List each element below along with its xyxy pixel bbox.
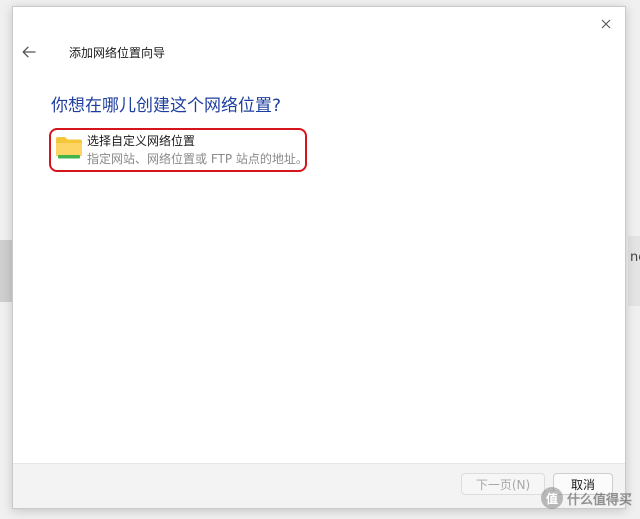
folder-icon	[56, 137, 82, 159]
option-title: 选择自定义网络位置	[87, 134, 196, 148]
back-button[interactable]	[19, 42, 39, 62]
close-icon	[601, 19, 611, 29]
option-description: 指定网站、网络位置或 FTP 站点的地址。	[87, 152, 308, 166]
background-partial-text: ne	[630, 250, 640, 265]
next-button[interactable]: 下一页(N)	[461, 473, 545, 495]
cancel-button[interactable]: 取消	[553, 473, 613, 495]
background-scrollbar	[0, 240, 12, 302]
page-question: 你想在哪儿创建这个网络位置?	[51, 96, 282, 116]
custom-network-location-option[interactable]: 选择自定义网络位置 指定网站、网络位置或 FTP 站点的地址。	[49, 127, 308, 171]
close-button[interactable]	[597, 15, 615, 33]
back-arrow-icon	[22, 46, 36, 58]
add-network-location-wizard: 添加网络位置向导 你想在哪儿创建这个网络位置? 选择自定义网络位置 指定网站、网…	[12, 6, 626, 509]
wizard-footer: 下一页(N) 取消	[13, 463, 625, 508]
background-panel: ne	[628, 236, 640, 306]
wizard-title: 添加网络位置向导	[69, 46, 166, 60]
